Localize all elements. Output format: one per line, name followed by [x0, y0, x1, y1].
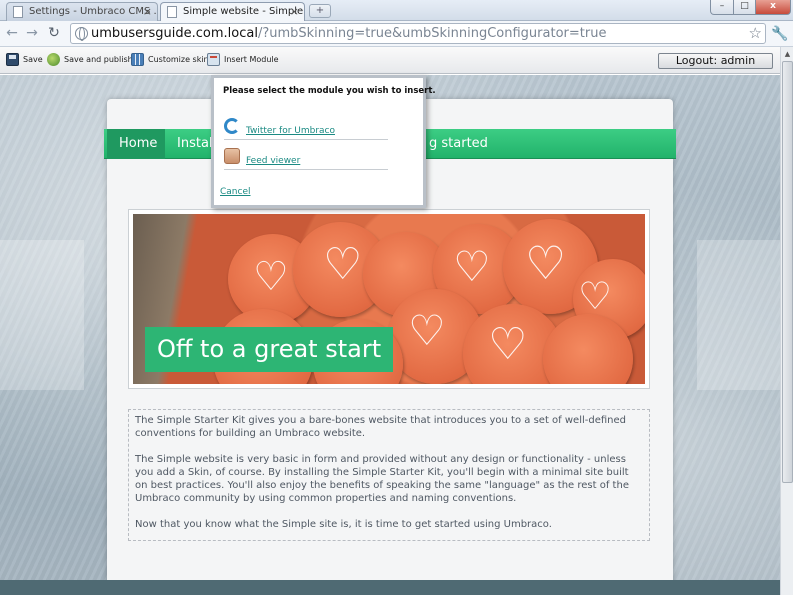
publish-icon	[47, 53, 60, 66]
insert-module-label: Insert Module	[224, 55, 279, 64]
background-panel	[697, 240, 780, 390]
reload-icon[interactable]: ↻	[45, 24, 63, 42]
intro-paragraph: The Simple website is very basic in form…	[135, 454, 629, 504]
nav-item-home[interactable]: Home	[107, 129, 165, 159]
insert-module-button[interactable]: Insert Module	[207, 52, 279, 68]
page-footer-bar	[0, 580, 780, 595]
page-icon	[13, 6, 23, 18]
tab-settings[interactable]: Settings - Umbraco CMS ... ×	[6, 2, 158, 21]
star-icon[interactable]: ☆	[749, 24, 762, 43]
tab-title: Simple website - Simple ...	[183, 6, 305, 17]
customize-label: Customize skin	[148, 55, 209, 64]
save-icon	[6, 53, 19, 66]
url-host: umbusersguide.com.local	[91, 26, 258, 41]
banner: ♡ ♡ ♡ ♡ ♡ ♡ ♡ Off to a great start	[128, 209, 650, 389]
twitter-icon	[224, 118, 240, 134]
close-icon[interactable]: ×	[290, 3, 299, 20]
customize-skin-button[interactable]: Customize skin	[131, 52, 209, 68]
logout-button[interactable]: Logout: admin	[658, 53, 773, 69]
module-link-feed-viewer[interactable]: Feed viewer	[246, 156, 300, 166]
page-icon	[167, 6, 177, 18]
cancel-link[interactable]: Cancel	[220, 187, 251, 197]
feed-icon	[224, 148, 240, 164]
skin-icon	[131, 53, 144, 66]
module-option-twitter[interactable]: Twitter for Umbraco	[224, 116, 388, 140]
heart-icon: ♡	[323, 239, 363, 290]
minimize-button[interactable]: –	[710, 0, 734, 15]
nav-item-getting-started[interactable]: g started	[417, 129, 500, 159]
heart-icon: ♡	[488, 319, 528, 370]
browser-tabstrip: Settings - Umbraco CMS ... × Simple webs…	[0, 0, 793, 21]
tab-simple-website[interactable]: Simple website - Simple ... ×	[160, 2, 305, 21]
new-tab-button[interactable]: +	[309, 4, 331, 18]
heart-icon: ♡	[453, 242, 491, 291]
intro-paragraph: The Simple Starter Kit gives you a bare-…	[135, 415, 626, 439]
wrench-icon[interactable]: 🔧	[771, 25, 789, 43]
heart-icon: ♡	[253, 254, 289, 300]
address-bar[interactable]: umbusersguide.com.local/?umbSkinning=tru…	[70, 23, 766, 44]
tab-title: Settings - Umbraco CMS ...	[29, 6, 158, 17]
module-icon	[207, 53, 220, 66]
save-and-publish-button[interactable]: Save and publish	[47, 52, 133, 68]
url-text[interactable]: umbusersguide.com.local/?umbSkinning=tru…	[91, 26, 606, 42]
insert-module-dialog: Please select the module you wish to ins…	[211, 75, 436, 208]
save-label: Save	[23, 55, 43, 64]
module-link-twitter[interactable]: Twitter for Umbraco	[246, 126, 335, 136]
globe-icon	[75, 27, 88, 41]
scroll-thumb[interactable]	[782, 61, 793, 483]
save-button[interactable]: Save	[6, 52, 43, 68]
close-window-button[interactable]: x	[755, 0, 791, 15]
url-path: /?umbSkinning=true&umbSkinningConfigurat…	[257, 26, 607, 41]
banner-image: ♡ ♡ ♡ ♡ ♡ ♡ ♡ Off to a great start	[133, 214, 645, 384]
umbraco-toolbar: Save Save and publish Customize skin Ins…	[0, 47, 780, 74]
intro-paragraph: Now that you know what the Simple site i…	[135, 519, 552, 530]
background-panel	[0, 240, 84, 390]
publish-label: Save and publish	[64, 55, 133, 64]
vertical-scrollbar[interactable]: ▲	[780, 47, 793, 595]
heart-icon: ♡	[525, 236, 567, 290]
forward-icon[interactable]: →	[23, 24, 41, 42]
module-option-feed-viewer[interactable]: Feed viewer	[224, 146, 388, 170]
heart-icon: ♡	[578, 274, 613, 318]
dialog-prompt: Please select the module you wish to ins…	[223, 86, 436, 96]
banner-caption: Off to a great start	[145, 327, 394, 372]
maximize-button[interactable]: □	[733, 0, 756, 15]
heart-icon: ♡	[408, 306, 446, 355]
browser-navbar: ← → ↻ umbusersguide.com.local/?umbSkinni…	[0, 21, 793, 47]
close-icon[interactable]: ×	[143, 3, 152, 20]
scroll-up-icon[interactable]: ▲	[782, 48, 793, 60]
back-icon[interactable]: ←	[3, 24, 21, 42]
intro-text: The Simple Starter Kit gives you a bare-…	[128, 409, 650, 541]
